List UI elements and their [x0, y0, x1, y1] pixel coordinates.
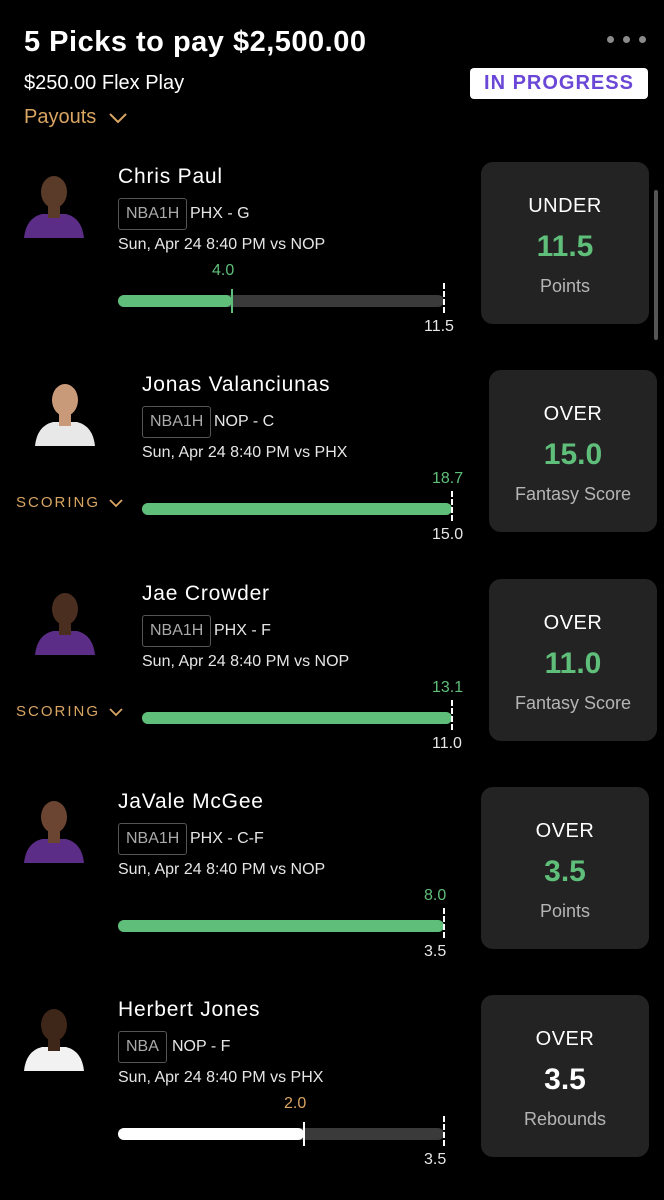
league-badge: NBA1H — [142, 615, 212, 647]
pick-card[interactable]: JaVale McGee NBA1H PHX - C-F Sun, Apr 24… — [0, 787, 664, 987]
pick-card[interactable]: Jonas Valanciunas NBA1H NOP - C Sun, Apr… — [0, 370, 664, 570]
team-position: NOP - C — [214, 413, 275, 430]
player-name: Jonas Valanciunas — [142, 373, 331, 396]
progress-fill — [142, 712, 452, 724]
game-time: Sun, Apr 24 8:40 PM vs NOP — [142, 653, 350, 670]
player-name: Herbert Jones — [118, 998, 261, 1021]
play-type: $250.00 Flex Play — [24, 72, 185, 94]
league-badge: NBA1H — [118, 823, 188, 855]
header: 5 Picks to pay $2,500.00 $250.00 Flex Pl… — [0, 0, 664, 150]
target-line — [443, 1116, 445, 1146]
player-avatar — [27, 370, 103, 446]
current-marker — [303, 1122, 305, 1146]
target-line — [451, 491, 453, 521]
current-marker — [231, 289, 233, 313]
more-dots-icon[interactable] — [607, 36, 646, 43]
progress-fill — [118, 1128, 304, 1140]
pick-card[interactable]: Herbert Jones NBA NOP - F Sun, Apr 24 8:… — [0, 995, 664, 1195]
payouts-toggle[interactable]: Payouts — [24, 106, 128, 129]
target-value: 3.5 — [424, 943, 447, 960]
stat-type: Rebounds — [523, 1109, 607, 1129]
current-value: 4.0 — [212, 262, 235, 279]
progress-track — [118, 295, 444, 307]
player-avatar — [16, 162, 92, 238]
game-time: Sun, Apr 24 8:40 PM vs PHX — [142, 444, 348, 461]
progress-track — [118, 1128, 444, 1140]
team-position: PHX - F — [214, 622, 271, 639]
payouts-label: Payouts — [24, 106, 97, 128]
game-time: Sun, Apr 24 8:40 PM vs NOP — [118, 861, 326, 878]
team-position: NOP - F — [172, 1038, 231, 1055]
game-time: Sun, Apr 24 8:40 PM vs NOP — [118, 236, 326, 253]
target-line — [443, 908, 445, 938]
scoring-toggle[interactable]: SCORING — [16, 703, 124, 720]
progress-fill — [142, 503, 452, 515]
projection-line: 15.0 — [543, 438, 603, 471]
projection-card: OVER 15.0 Fantasy Score — [489, 370, 657, 532]
stat-type: Fantasy Score — [514, 484, 632, 504]
stat-type: Points — [539, 901, 591, 921]
target-value: 11.0 — [432, 735, 462, 752]
league-badge: NBA — [118, 1031, 167, 1063]
scrollbar[interactable] — [654, 190, 658, 340]
pick-direction: OVER — [535, 820, 595, 842]
game-time: Sun, Apr 24 8:40 PM vs PHX — [118, 1069, 324, 1086]
current-value: 8.0 — [424, 887, 447, 904]
chevron-down-icon — [109, 498, 123, 507]
team-position: PHX - C-F — [190, 830, 264, 847]
page-title: 5 Picks to pay $2,500.00 — [24, 26, 367, 58]
current-value: 13.1 — [432, 679, 464, 696]
chevron-down-icon — [109, 707, 123, 716]
projection-line: 11.0 — [544, 647, 602, 680]
player-name: Chris Paul — [118, 165, 223, 188]
target-line — [451, 700, 453, 730]
stat-type: Fantasy Score — [514, 693, 632, 713]
status-badge: IN PROGRESS — [470, 68, 648, 99]
current-value: 18.7 — [432, 470, 464, 487]
target-value: 3.5 — [424, 1151, 447, 1168]
projection-line: 11.5 — [536, 230, 594, 263]
player-avatar — [16, 995, 92, 1071]
target-line — [443, 283, 445, 313]
projection-card: OVER 3.5 Rebounds — [481, 995, 649, 1157]
current-value: 2.0 — [284, 1095, 307, 1112]
scoring-label: SCORING — [16, 703, 101, 720]
progress-track — [142, 712, 452, 724]
pick-direction: OVER — [543, 403, 603, 425]
pick-direction: OVER — [543, 612, 603, 634]
target-value: 11.5 — [424, 318, 454, 335]
scoring-label: SCORING — [16, 494, 101, 511]
progress-fill — [118, 295, 232, 307]
projection-card: OVER 3.5 Points — [481, 787, 649, 949]
pick-direction: OVER — [535, 1028, 595, 1050]
progress-track — [142, 503, 452, 515]
projection-card: OVER 11.0 Fantasy Score — [489, 579, 657, 741]
team-position: PHX - G — [190, 205, 250, 222]
projection-card: UNDER 11.5 Points — [481, 162, 649, 324]
pick-direction: UNDER — [528, 195, 602, 217]
league-badge: NBA1H — [142, 406, 212, 438]
player-name: JaVale McGee — [118, 790, 264, 813]
chevron-down-icon — [109, 112, 127, 123]
player-name: Jae Crowder — [142, 582, 270, 605]
projection-line: 3.5 — [544, 855, 586, 888]
projection-line: 3.5 — [544, 1063, 586, 1096]
stat-type: Points — [539, 276, 591, 296]
player-avatar — [27, 579, 103, 655]
progress-track — [118, 920, 444, 932]
pick-card[interactable]: Jae Crowder NBA1H PHX - F Sun, Apr 24 8:… — [0, 579, 664, 779]
pick-card[interactable]: Chris Paul NBA1H PHX - G Sun, Apr 24 8:4… — [0, 162, 664, 362]
target-value: 15.0 — [432, 526, 464, 543]
player-avatar — [16, 787, 92, 863]
scoring-toggle[interactable]: SCORING — [16, 494, 124, 511]
league-badge: NBA1H — [118, 198, 188, 230]
progress-fill — [118, 920, 444, 932]
